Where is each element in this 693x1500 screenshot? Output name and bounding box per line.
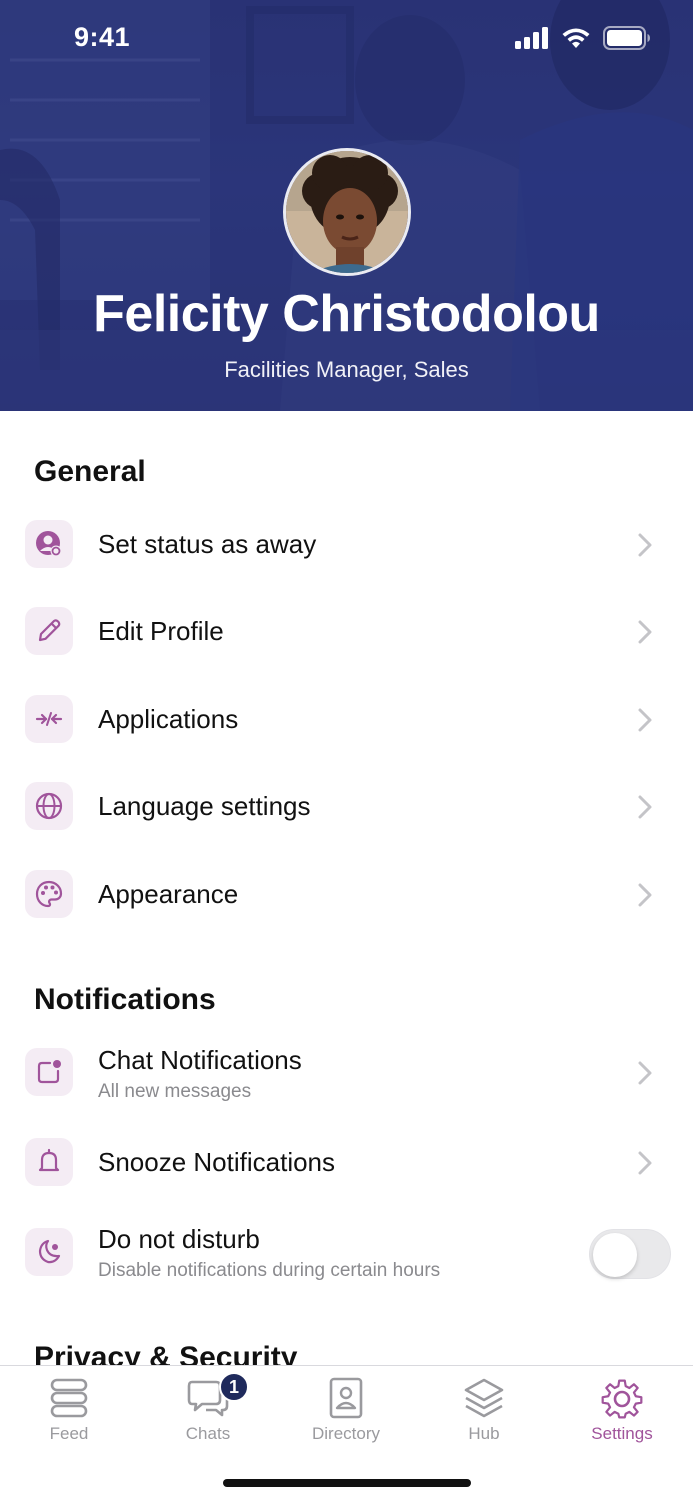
tab-feed[interactable]: Feed [0,1366,138,1456]
hub-icon [464,1378,504,1418]
wifi-icon [562,28,590,48]
tab-label: Settings [591,1424,653,1443]
tab-bar: Feed 1 Chats Directory Hub Settings [0,1365,693,1500]
tab-chats[interactable]: 1 Chats [139,1366,277,1456]
user-status-icon [25,520,73,568]
chevron-right-icon [638,533,652,557]
settings-row-chat-notifications[interactable]: Chat Notifications All new messages [0,1033,693,1113]
chevron-right-icon [638,795,652,819]
profile-role: Facilities Manager, Sales [224,357,469,382]
settings-row-label: Chat Notifications [98,1045,302,1075]
tab-label: Hub [468,1424,500,1443]
battery-icon [603,26,650,50]
settings-row-label: Language settings [98,791,311,821]
settings-row-do-not-disturb: Do not disturb Disable notifications dur… [0,1212,693,1292]
section-title-notifications: Notifications [34,983,216,1016]
palette-icon [25,870,73,918]
applications-icon [25,695,73,743]
settings-row-label: Appearance [98,879,239,909]
settings-row-appearance[interactable]: Appearance [0,855,693,935]
toggle-knob [593,1233,637,1277]
tab-label: Directory [311,1424,380,1443]
settings-row-snooze-notifications[interactable]: Snooze Notifications [0,1123,693,1203]
directory-icon [329,1377,363,1419]
tab-label: Feed [49,1424,89,1443]
chat-notification-icon [25,1048,73,1096]
settings-row-label: Set status as away [98,529,317,559]
settings-row-subtitle: All new messages [98,1081,252,1102]
tab-label: Chats [185,1424,231,1443]
settings-row-label: Edit Profile [98,616,224,646]
feed-icon [50,1378,88,1418]
chats-unread-badge: 1 [219,1372,249,1402]
avatar-image [286,151,408,273]
tab-directory[interactable]: Directory [277,1366,415,1456]
settings-row-language[interactable]: Language settings [0,767,693,847]
profile-header: 9:41 Felicity Christodolou Facilities Ma… [0,0,693,411]
settings-row-set-status-away[interactable]: Set status as away [0,505,693,585]
status-bar: 9:41 [0,0,693,80]
globe-icon [25,782,73,830]
signal-icon [515,27,548,49]
settings-row-label: Do not disturb [98,1224,260,1254]
do-not-disturb-toggle[interactable] [589,1229,671,1279]
pencil-icon [25,607,73,655]
chevron-right-icon [638,620,652,644]
section-title-general: General [34,455,146,488]
settings-row-subtitle: Disable notifications during certain hou… [98,1260,441,1281]
settings-row-edit-profile[interactable]: Edit Profile [0,592,693,672]
settings-icon [601,1379,643,1419]
status-time: 9:41 [74,22,131,52]
chevron-right-icon [638,1151,652,1175]
moon-icon [25,1228,73,1276]
bell-icon [25,1138,73,1186]
tab-settings[interactable]: Settings [553,1366,691,1456]
avatar[interactable] [283,148,411,276]
profile-name: Felicity Christodolou [93,285,600,343]
home-indicator [223,1479,471,1487]
tab-hub[interactable]: Hub [415,1366,553,1456]
chevron-right-icon [638,1061,652,1085]
status-icons [515,26,651,50]
settings-row-applications[interactable]: Applications [0,680,693,760]
chevron-right-icon [638,708,652,732]
settings-row-label: Applications [98,704,239,734]
settings-row-label: Snooze Notifications [98,1147,336,1177]
chevron-right-icon [638,883,652,907]
